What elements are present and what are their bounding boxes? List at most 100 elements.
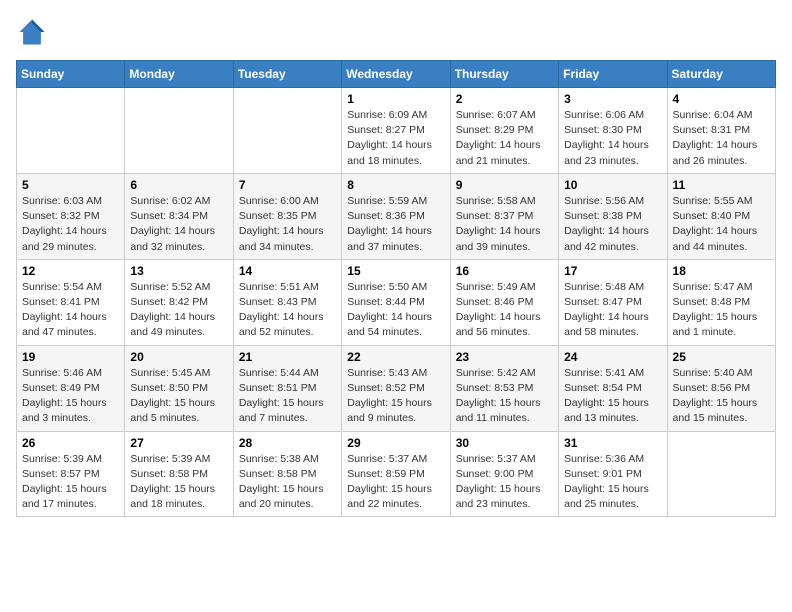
day-info: Sunrise: 5:46 AM Sunset: 8:49 PM Dayligh… [22, 366, 119, 427]
day-cell: 5 Sunrise: 6:03 AM Sunset: 8:32 PM Daylig… [17, 173, 125, 259]
day-number: 25 [673, 350, 770, 364]
day-cell: 21 Sunrise: 5:44 AM Sunset: 8:51 PM Dayli… [233, 345, 341, 431]
day-number: 4 [673, 92, 770, 106]
page-header [16, 16, 776, 48]
day-number: 5 [22, 178, 119, 192]
day-info: Sunrise: 5:50 AM Sunset: 8:44 PM Dayligh… [347, 280, 444, 341]
day-number: 15 [347, 264, 444, 278]
day-number: 23 [456, 350, 553, 364]
day-cell [233, 88, 341, 174]
day-cell: 29 Sunrise: 5:37 AM Sunset: 8:59 PM Dayli… [342, 431, 450, 517]
day-info: Sunrise: 5:54 AM Sunset: 8:41 PM Dayligh… [22, 280, 119, 341]
day-info: Sunrise: 5:56 AM Sunset: 8:38 PM Dayligh… [564, 194, 661, 255]
day-info: Sunrise: 5:37 AM Sunset: 9:00 PM Dayligh… [456, 452, 553, 513]
day-cell: 31 Sunrise: 5:36 AM Sunset: 9:01 PM Dayli… [559, 431, 667, 517]
day-number: 19 [22, 350, 119, 364]
day-info: Sunrise: 5:41 AM Sunset: 8:54 PM Dayligh… [564, 366, 661, 427]
day-cell: 9 Sunrise: 5:58 AM Sunset: 8:37 PM Daylig… [450, 173, 558, 259]
day-info: Sunrise: 5:37 AM Sunset: 8:59 PM Dayligh… [347, 452, 444, 513]
day-number: 18 [673, 264, 770, 278]
day-info: Sunrise: 6:02 AM Sunset: 8:34 PM Dayligh… [130, 194, 227, 255]
day-cell: 27Sunrise: 5:39 AM Sunset: 8:58 PM Dayli… [125, 431, 233, 517]
day-number: 9 [456, 178, 553, 192]
day-cell: 6Sunrise: 6:02 AM Sunset: 8:34 PM Daylig… [125, 173, 233, 259]
day-cell: 19 Sunrise: 5:46 AM Sunset: 8:49 PM Dayli… [17, 345, 125, 431]
day-info: Sunrise: 5:38 AM Sunset: 8:58 PM Dayligh… [239, 452, 336, 513]
calendar: SundayMondayTuesdayWednesdayThursdayFrid… [16, 60, 776, 517]
day-cell: 18 Sunrise: 5:47 AM Sunset: 8:48 PM Dayli… [667, 259, 775, 345]
weekday-header-tuesday: Tuesday [233, 61, 341, 88]
day-info: Sunrise: 6:04 AM Sunset: 8:31 PM Dayligh… [673, 108, 770, 169]
day-number: 17 [564, 264, 661, 278]
day-cell: 13 Sunrise: 5:52 AM Sunset: 8:42 PM Dayli… [125, 259, 233, 345]
day-cell: 28 Sunrise: 5:38 AM Sunset: 8:58 PM Dayli… [233, 431, 341, 517]
day-info: Sunrise: 5:58 AM Sunset: 8:37 PM Dayligh… [456, 194, 553, 255]
weekday-header-row: SundayMondayTuesdayWednesdayThursdayFrid… [17, 61, 776, 88]
day-cell: 12 Sunrise: 5:54 AM Sunset: 8:41 PM Dayli… [17, 259, 125, 345]
day-number: 28 [239, 436, 336, 450]
weekday-header-saturday: Saturday [667, 61, 775, 88]
day-info: Sunrise: 5:40 AM Sunset: 8:56 PM Dayligh… [673, 366, 770, 427]
day-cell: 3 Sunrise: 6:06 AM Sunset: 8:30 PM Daylig… [559, 88, 667, 174]
day-number: 11 [673, 178, 770, 192]
weekday-header-thursday: Thursday [450, 61, 558, 88]
day-number: 16 [456, 264, 553, 278]
day-info: Sunrise: 5:52 AM Sunset: 8:42 PM Dayligh… [130, 280, 227, 341]
day-info: Sunrise: 5:45 AM Sunset: 8:50 PM Dayligh… [130, 366, 227, 427]
day-info: Sunrise: 5:47 AM Sunset: 8:48 PM Dayligh… [673, 280, 770, 341]
day-cell [17, 88, 125, 174]
weekday-header-monday: Monday [125, 61, 233, 88]
day-number: 26 [22, 436, 119, 450]
day-cell [125, 88, 233, 174]
day-number: 12 [22, 264, 119, 278]
day-cell [667, 431, 775, 517]
day-number: 24 [564, 350, 661, 364]
day-info: Sunrise: 6:03 AM Sunset: 8:32 PM Dayligh… [22, 194, 119, 255]
day-number: 1 [347, 92, 444, 106]
day-info: Sunrise: 6:07 AM Sunset: 8:29 PM Dayligh… [456, 108, 553, 169]
day-cell: 20Sunrise: 5:45 AM Sunset: 8:50 PM Dayli… [125, 345, 233, 431]
day-info: Sunrise: 5:44 AM Sunset: 8:51 PM Dayligh… [239, 366, 336, 427]
day-number: 29 [347, 436, 444, 450]
day-cell: 1 Sunrise: 6:09 AM Sunset: 8:27 PM Daylig… [342, 88, 450, 174]
week-row-4: 19 Sunrise: 5:46 AM Sunset: 8:49 PM Dayli… [17, 345, 776, 431]
day-info: Sunrise: 5:59 AM Sunset: 8:36 PM Dayligh… [347, 194, 444, 255]
day-info: Sunrise: 5:42 AM Sunset: 8:53 PM Dayligh… [456, 366, 553, 427]
day-cell: 14Sunrise: 5:51 AM Sunset: 8:43 PM Dayli… [233, 259, 341, 345]
day-info: Sunrise: 6:00 AM Sunset: 8:35 PM Dayligh… [239, 194, 336, 255]
day-info: Sunrise: 5:43 AM Sunset: 8:52 PM Dayligh… [347, 366, 444, 427]
day-number: 31 [564, 436, 661, 450]
weekday-header-wednesday: Wednesday [342, 61, 450, 88]
day-cell: 16 Sunrise: 5:49 AM Sunset: 8:46 PM Dayli… [450, 259, 558, 345]
week-row-5: 26Sunrise: 5:39 AM Sunset: 8:57 PM Dayli… [17, 431, 776, 517]
day-cell: 2Sunrise: 6:07 AM Sunset: 8:29 PM Daylig… [450, 88, 558, 174]
day-cell: 26Sunrise: 5:39 AM Sunset: 8:57 PM Dayli… [17, 431, 125, 517]
day-number: 3 [564, 92, 661, 106]
day-cell: 15 Sunrise: 5:50 AM Sunset: 8:44 PM Dayli… [342, 259, 450, 345]
day-cell: 17 Sunrise: 5:48 AM Sunset: 8:47 PM Dayli… [559, 259, 667, 345]
week-row-3: 12 Sunrise: 5:54 AM Sunset: 8:41 PM Dayli… [17, 259, 776, 345]
weekday-header-friday: Friday [559, 61, 667, 88]
day-info: Sunrise: 5:36 AM Sunset: 9:01 PM Dayligh… [564, 452, 661, 513]
day-number: 13 [130, 264, 227, 278]
day-cell: 23 Sunrise: 5:42 AM Sunset: 8:53 PM Dayli… [450, 345, 558, 431]
day-info: Sunrise: 5:48 AM Sunset: 8:47 PM Dayligh… [564, 280, 661, 341]
day-info: Sunrise: 5:49 AM Sunset: 8:46 PM Dayligh… [456, 280, 553, 341]
day-info: Sunrise: 6:09 AM Sunset: 8:27 PM Dayligh… [347, 108, 444, 169]
week-row-2: 5 Sunrise: 6:03 AM Sunset: 8:32 PM Daylig… [17, 173, 776, 259]
day-number: 10 [564, 178, 661, 192]
weekday-header-sunday: Sunday [17, 61, 125, 88]
day-number: 21 [239, 350, 336, 364]
day-cell: 4 Sunrise: 6:04 AM Sunset: 8:31 PM Daylig… [667, 88, 775, 174]
day-info: Sunrise: 6:06 AM Sunset: 8:30 PM Dayligh… [564, 108, 661, 169]
logo [16, 16, 52, 48]
day-number: 30 [456, 436, 553, 450]
day-cell: 10 Sunrise: 5:56 AM Sunset: 8:38 PM Dayli… [559, 173, 667, 259]
day-cell: 22Sunrise: 5:43 AM Sunset: 8:52 PM Dayli… [342, 345, 450, 431]
day-info: Sunrise: 5:55 AM Sunset: 8:40 PM Dayligh… [673, 194, 770, 255]
day-cell: 25 Sunrise: 5:40 AM Sunset: 8:56 PM Dayli… [667, 345, 775, 431]
day-cell: 8Sunrise: 5:59 AM Sunset: 8:36 PM Daylig… [342, 173, 450, 259]
day-cell: 30 Sunrise: 5:37 AM Sunset: 9:00 PM Dayli… [450, 431, 558, 517]
day-number: 7 [239, 178, 336, 192]
day-cell: 24 Sunrise: 5:41 AM Sunset: 8:54 PM Dayli… [559, 345, 667, 431]
